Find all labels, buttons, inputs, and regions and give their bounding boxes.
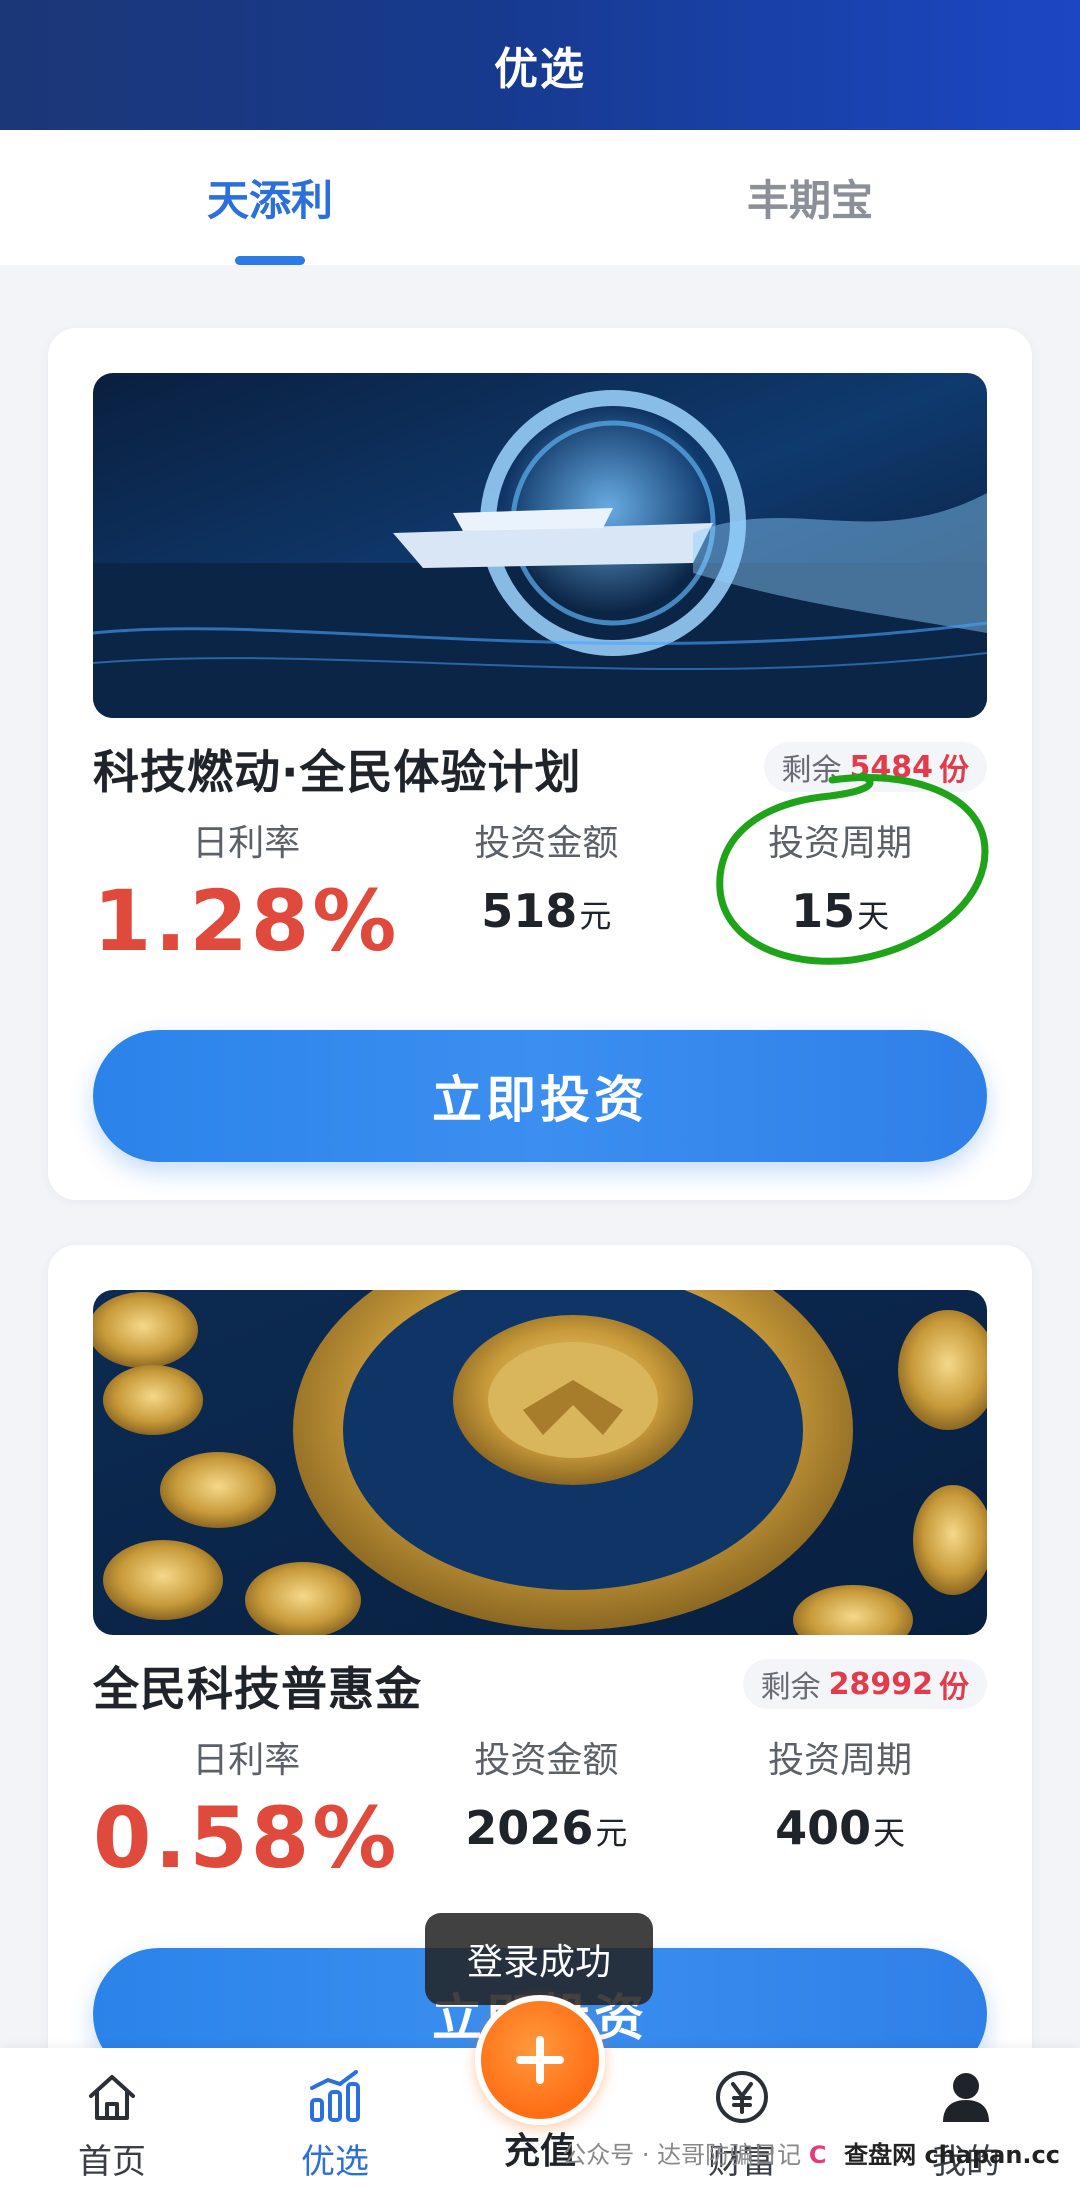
daily-rate-value: 0.58% [93,1789,400,1887]
yen-icon [716,2071,768,2123]
category-tabs: 天添利 丰期宝 [0,130,1080,265]
watermark-logo: C [808,2141,827,2169]
amount-label: 投资金额 [474,1740,619,1781]
nav-item-featured[interactable]: 优选 [265,2068,405,2183]
invest-now-button[interactable]: 立即投资 [93,1030,987,1162]
product-stats: 日利率 0.58% 投资金额 2026元 投资周期 400天 [93,1725,987,1895]
plus-icon [516,2036,564,2084]
active-tab-indicator [235,256,305,265]
daily-rate-value: 1.28% [93,872,400,970]
amount-stat: 投资金额 518元 [399,808,693,978]
nav-label: 优选 [301,2142,369,2182]
tab-fengqibao[interactable]: 丰期宝 [540,130,1080,265]
period-stat: 投资周期 400天 [693,1725,987,1895]
period-value: 400天 [775,1801,906,1855]
page-title: 优选 [494,44,586,95]
period-label: 投资周期 [768,1740,913,1781]
daily-rate-label: 日利率 [192,823,301,864]
user-icon [943,2073,989,2122]
watermark-site: 查盘网 chapan.cc [844,2141,1060,2169]
recharge-button[interactable] [475,1995,605,2125]
product-banner-image [93,1290,987,1635]
remaining-label: 剩余 [760,1670,821,1705]
amount-value: 518元 [481,884,612,938]
tab-label: 天添利 [206,176,333,225]
daily-rate-stat: 日利率 0.58% [93,1725,399,1895]
daily-rate-label: 日利率 [192,1740,301,1781]
amount-value: 2026元 [465,1801,628,1855]
green-circle-annotation [716,772,989,965]
product-name: 科技燃动·全民体验计划 [93,745,582,799]
remaining-count: 28992 [828,1666,933,1702]
watermark: 公众号 · 达哥防骗日记 C 查盘网 chapan.cc [562,2135,1060,2170]
remaining-unit: 份 [939,1670,969,1705]
watermark-text: 公众号 · 达哥防骗日记 [562,2141,802,2169]
product-banner-image [93,373,987,718]
amount-label: 投资金额 [474,823,619,864]
product-name: 全民科技普惠金 [93,1662,422,1716]
chart-icon [310,2070,360,2122]
daily-rate-stat: 日利率 1.28% [93,808,399,978]
amount-stat: 投资金额 2026元 [399,1725,693,1895]
login-success-toast: 登录成功 [425,1913,653,2005]
nav-label: 首页 [78,2142,146,2182]
top-app-bar: 优选 [0,0,1080,130]
tab-tiantianli[interactable]: 天添利 [0,130,540,265]
nav-item-home[interactable]: 首页 [42,2068,182,2183]
home-icon [89,2075,135,2120]
tab-label: 丰期宝 [746,176,873,225]
remaining-badge: 剩余 28992 份 [742,1659,987,1709]
